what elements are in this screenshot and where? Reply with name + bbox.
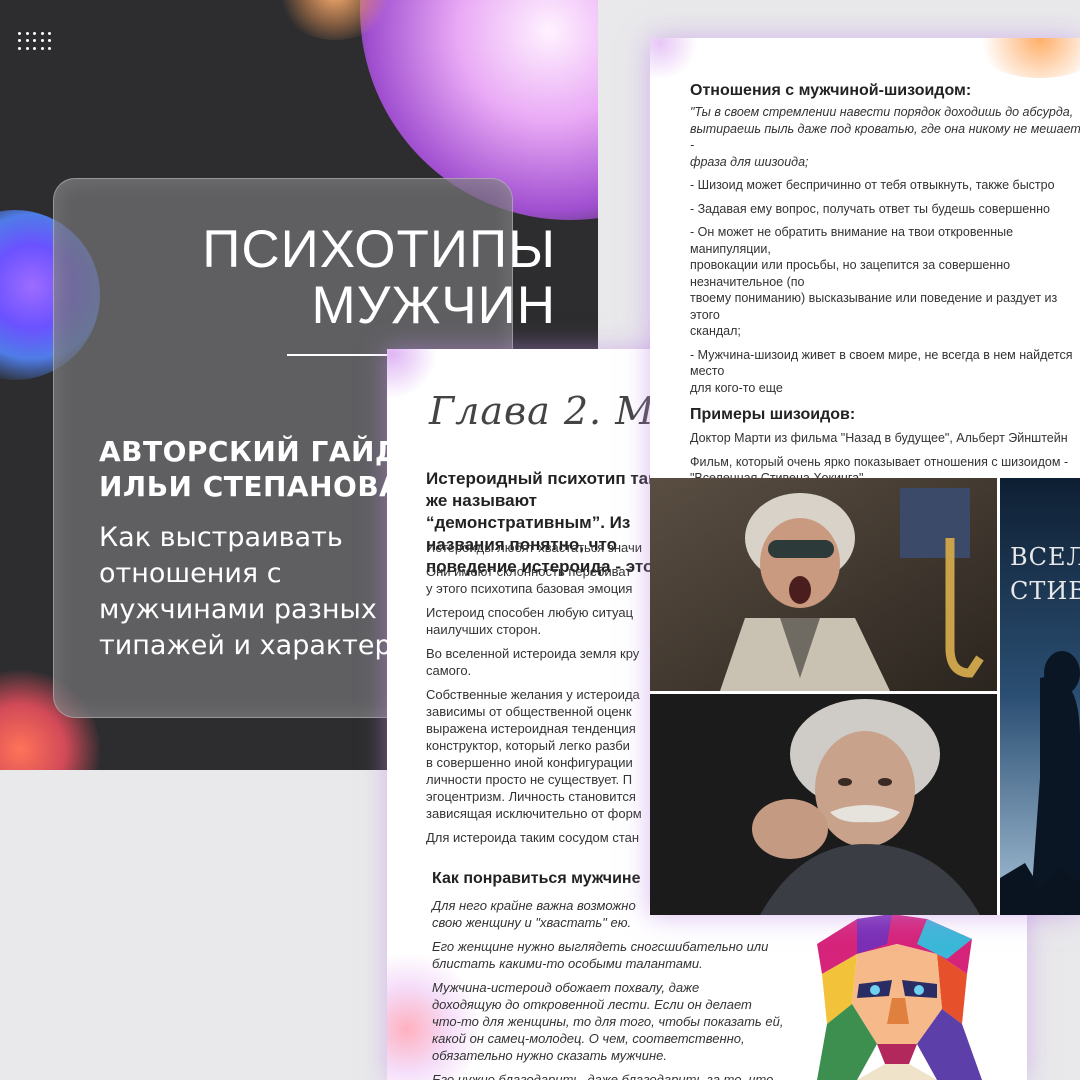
paragraph: Во вселенной истероида земля кру самого. bbox=[426, 646, 640, 678]
cover-subtitle: АВТОРСКИЙ ГАЙД ИЛЬИ СТЕПАНОВА bbox=[99, 434, 401, 504]
section-heading: Отношения с мужчиной-шизоидом: bbox=[690, 82, 972, 99]
paragraph: Его женщине нужно выглядеть сногсшибател… bbox=[432, 939, 769, 971]
paragraph: Они имеют склонность перебиват у этого п… bbox=[426, 564, 633, 596]
cover-description-line: отношения с bbox=[99, 558, 282, 589]
paragraph: Для истероида таким сосудом стан bbox=[426, 830, 640, 845]
poster-title-line: СТИВЕ bbox=[1010, 577, 1080, 605]
cover-description-line: Как выстраивать bbox=[99, 522, 343, 553]
paragraph: Истероид способен любую ситуац наилучших… bbox=[426, 605, 634, 637]
section-heading: Примеры шизоидов: bbox=[690, 406, 856, 423]
cover-title-line: ПСИХОТИПЫ bbox=[202, 220, 556, 279]
cover-description-line: мужчинами разных bbox=[99, 594, 377, 625]
list-item: - Мужчина-шизоид живет в своем мире, не … bbox=[690, 347, 1073, 395]
cover-description: Как выстраивать отношения с мужчинами ра… bbox=[99, 520, 424, 664]
einstein-photo bbox=[650, 694, 997, 915]
doc-brown-photo bbox=[650, 478, 997, 691]
cover-title-line: МУЖЧИН bbox=[311, 276, 556, 335]
section-heading: Как понравиться мужчине bbox=[432, 870, 641, 887]
body-text: Истероиды любят хвастаться значи Они име… bbox=[426, 539, 666, 853]
page-schizoid: Отношения с мужчиной-шизоидом: "Ты в сво… bbox=[650, 38, 1080, 915]
popart-portrait-image bbox=[817, 914, 982, 1080]
cover-description-line: типажей и характеров bbox=[99, 630, 425, 661]
list-item: - Шизоид может беспричинно от тебя отвык… bbox=[690, 178, 1055, 192]
list-item: - Задавая ему вопрос, получать ответ ты … bbox=[690, 201, 1050, 216]
paragraph: Доктор Марти из фильма "Назад в будущее"… bbox=[690, 431, 1068, 445]
gradient-blob bbox=[650, 38, 700, 78]
paragraph: Его нужно благодарить, даже благодарить … bbox=[432, 1072, 774, 1080]
paragraph: Истероиды любят хвастаться значи bbox=[426, 540, 642, 555]
cover-subtitle-line: ИЛЬИ СТЕПАНОВА bbox=[99, 470, 402, 503]
cover-subtitle-line: АВТОРСКИЙ ГАЙД bbox=[99, 435, 401, 468]
tips-text: Для него крайне важна возможно свою женщ… bbox=[432, 897, 802, 1080]
quote: "Ты в своем стремлении навести порядок д… bbox=[690, 105, 1080, 169]
poster-title-line: ВСЕЛ bbox=[1010, 543, 1080, 571]
list-item: - Он может не обратить внимание на твои … bbox=[690, 225, 1058, 338]
gradient-blob bbox=[970, 38, 1080, 78]
dots-grid-icon bbox=[18, 32, 54, 52]
paragraph: Мужчина-истероид обожает похвалу, даже д… bbox=[432, 980, 784, 1063]
schizoid-text: Отношения с мужчиной-шизоидом: "Ты в сво… bbox=[690, 82, 1080, 494]
movie-poster-image: ВСЕЛ СТИВЕ bbox=[1000, 478, 1080, 915]
paragraph: Собственные желания у истероида зависимы… bbox=[426, 687, 642, 821]
cover-title: ПСИХОТИПЫ МУЖЧИН bbox=[0, 222, 556, 334]
poster-title: ВСЕЛ СТИВЕ bbox=[1010, 540, 1080, 608]
